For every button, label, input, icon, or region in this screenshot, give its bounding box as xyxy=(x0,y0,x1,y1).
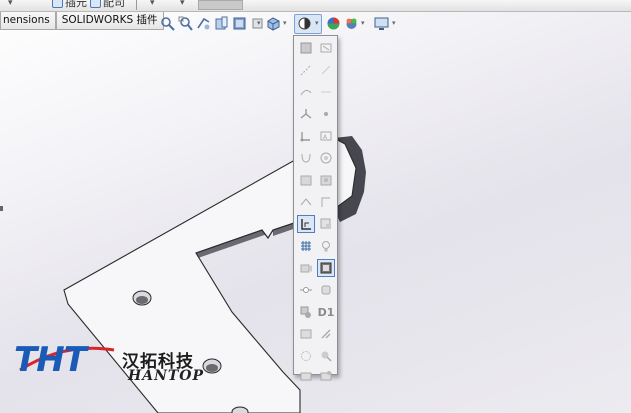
view-sketches-icon[interactable] xyxy=(297,171,315,189)
zoom-to-fit-icon[interactable] xyxy=(160,16,175,31)
section-view-icon[interactable] xyxy=(214,16,229,31)
chevron-down-icon[interactable]: ▾ xyxy=(315,19,319,27)
part-hole xyxy=(206,364,218,372)
view-sketch-relations-icon-2[interactable] xyxy=(317,193,335,211)
view-dimension-xpert-icon[interactable]: D1 xyxy=(317,303,335,321)
tab-solidworks-addins[interactable]: SOLIDWORKS 插件 xyxy=(55,12,164,30)
view-decals-icon[interactable] xyxy=(297,281,315,299)
sketch-button[interactable]: 插元 xyxy=(52,0,87,10)
edit-appearance-icon[interactable] xyxy=(326,16,341,31)
smart-dimension-label: 配司 xyxy=(103,0,125,9)
d1-label: D1 xyxy=(317,305,335,319)
part-hole xyxy=(136,296,148,304)
view-sketch-dimensions-icon[interactable] xyxy=(297,193,315,211)
company-logo: THT 汉拓科技 HANTOP xyxy=(14,340,204,386)
chevron-down-icon[interactable]: ▾ xyxy=(150,0,155,8)
view-origins-icon[interactable] xyxy=(317,259,335,277)
view-parting-lines-icon[interactable] xyxy=(317,83,335,101)
command-manager-strip: ▾ 插元 配司 ▾ ▾ xyxy=(0,0,631,12)
previous-view-icon[interactable] xyxy=(196,16,211,31)
hide-show-items-flyout: A D1 xyxy=(293,35,338,381)
view-points-icon[interactable] xyxy=(317,105,335,123)
view-temporary-axes-icon[interactable] xyxy=(317,61,335,79)
chevron-down-icon[interactable]: ▾ xyxy=(180,0,185,8)
view-center-of-mass-icon[interactable] xyxy=(297,325,315,343)
view-all-annotations-icon[interactable] xyxy=(317,39,335,57)
view-coordinate-systems-icon[interactable] xyxy=(297,105,315,123)
zoom-to-area-icon[interactable] xyxy=(178,16,193,31)
view-planes-icon[interactable] xyxy=(297,39,315,57)
view-sketch-relations-icon[interactable] xyxy=(297,215,315,233)
viewport-edge-marker xyxy=(0,206,3,211)
view-grid-icon[interactable] xyxy=(297,237,315,255)
part-hole xyxy=(231,406,249,413)
view-mate-references-icon[interactable] xyxy=(317,281,335,299)
view-sensors-icon[interactable] xyxy=(317,347,335,365)
tab-dimensions[interactable]: nensions xyxy=(0,12,56,30)
view-sketch-planes-icon[interactable] xyxy=(317,215,335,233)
logo-english-name: HANTOP xyxy=(128,368,205,384)
chevron-down-icon[interactable]: ▾ xyxy=(392,19,396,27)
view-curves-icon[interactable] xyxy=(297,83,315,101)
view-lights-icon[interactable] xyxy=(317,237,335,255)
view-origins-icon-2[interactable] xyxy=(297,127,315,145)
apply-scene-icon[interactable] xyxy=(344,16,359,31)
view-orientation-icon[interactable] xyxy=(266,16,281,31)
chevron-down-icon[interactable]: ▾ xyxy=(361,19,365,27)
view-3d-sketch-planes-icon[interactable] xyxy=(317,171,335,189)
smart-dimension-button[interactable]: 配司 xyxy=(90,0,125,10)
sketch-icon xyxy=(52,0,63,8)
view-settings-icon[interactable] xyxy=(374,16,389,31)
view-weld-beads-icon[interactable] xyxy=(317,149,335,167)
view-dimension-names-icon[interactable]: A xyxy=(317,127,335,145)
chevron-down-icon[interactable]: ▾ xyxy=(8,0,13,8)
toolbar-gray-button[interactable] xyxy=(198,0,243,10)
chevron-down-icon[interactable]: ▾ xyxy=(283,19,287,27)
view-reference-points-icon[interactable] xyxy=(297,347,315,365)
view-annotations-link-errors-icon[interactable] xyxy=(317,367,335,385)
view-routing-points-icon[interactable] xyxy=(297,149,315,167)
heads-up-view-toolbar: ▾ ▾ ▾ ▾ ▾ xyxy=(156,14,406,34)
sketch-label: 插元 xyxy=(65,0,87,9)
dynamic-annotation-icon[interactable] xyxy=(232,16,247,31)
toolbar-divider xyxy=(136,0,137,10)
view-live-section-planes-icon[interactable] xyxy=(297,303,315,321)
chevron-down-icon[interactable]: ▾ xyxy=(257,19,261,27)
dimension-icon xyxy=(90,0,101,8)
hide-show-items-icon[interactable] xyxy=(297,16,312,31)
view-annotations-link-icon[interactable] xyxy=(297,367,315,385)
command-tabs: nensions SOLIDWORKS 插件 xyxy=(0,12,164,30)
view-bounding-box-icon[interactable] xyxy=(317,325,335,343)
view-cameras-icon[interactable] xyxy=(297,259,315,277)
view-axes-icon[interactable] xyxy=(297,61,315,79)
logo-mark: THT xyxy=(14,340,87,380)
